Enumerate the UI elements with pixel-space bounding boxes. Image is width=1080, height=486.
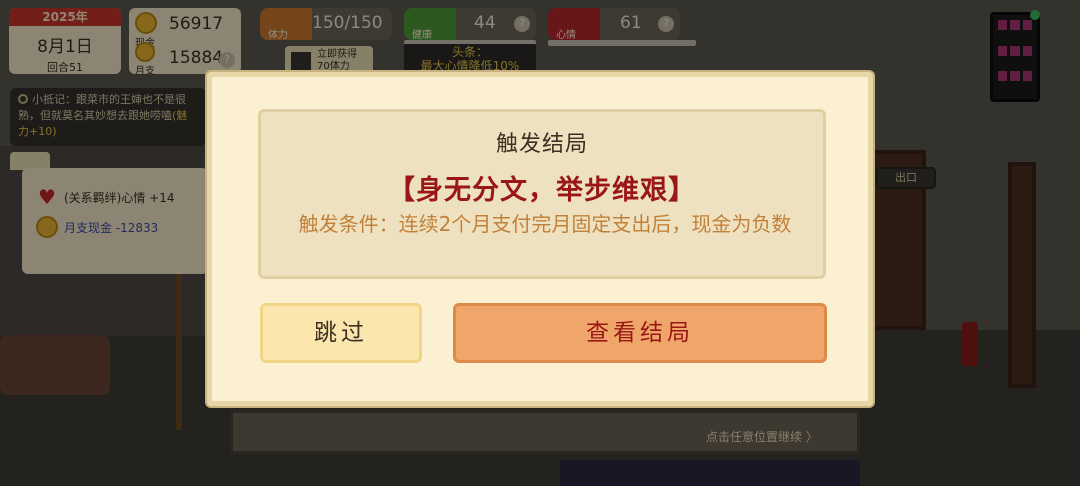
skip-button[interactable]: 跳过 (260, 303, 422, 363)
ending-info-panel: 触发结局 【身无分文，举步维艰】 触发条件：连续2个月支付完月固定支出后，现金为… (258, 109, 826, 279)
ending-name: 【身无分文，举步维艰】 (388, 175, 696, 206)
ending-condition: 触发条件：连续2个月支付完月固定支出后，现金为负数 (298, 212, 792, 236)
dialog-title: 触发结局 (495, 132, 588, 157)
ending-dialog: 触发结局 【身无分文，举步维艰】 触发条件：连续2个月支付完月固定支出后，现金为… (207, 72, 873, 406)
view-ending-button[interactable]: 查看结局 (453, 303, 827, 363)
